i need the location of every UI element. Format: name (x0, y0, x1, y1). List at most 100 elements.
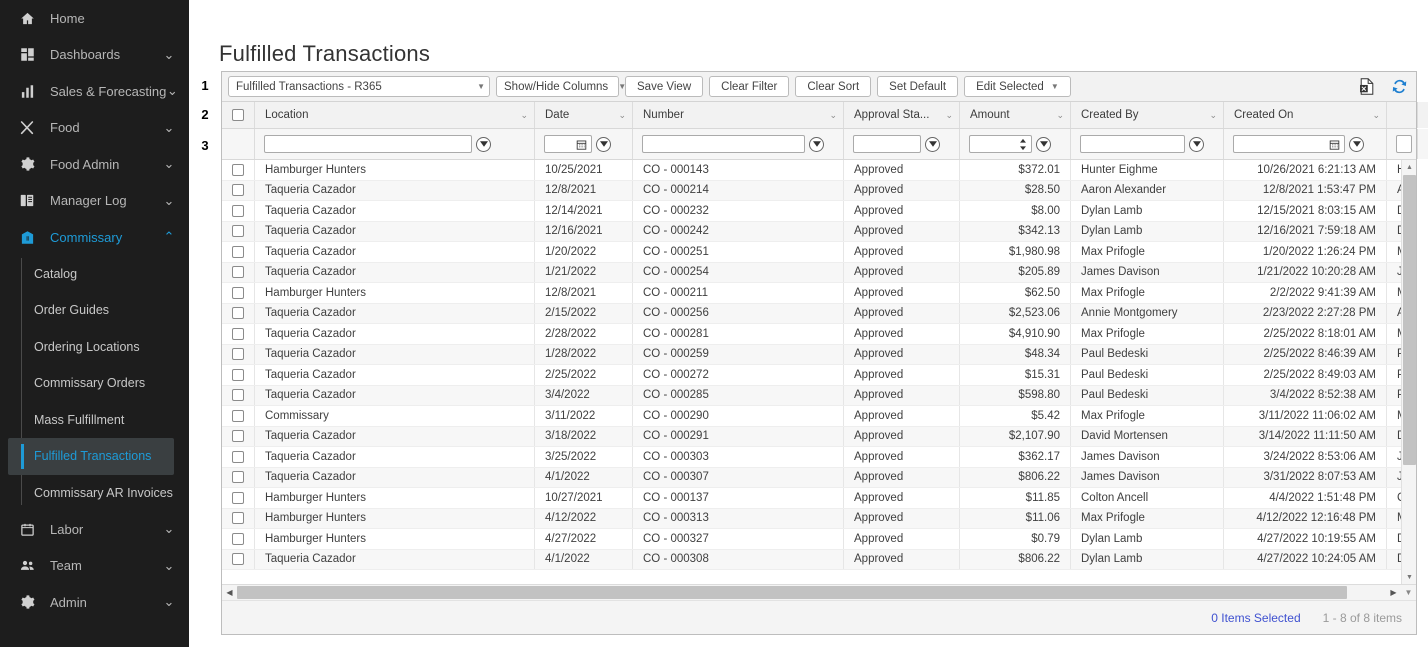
chevron-down-icon[interactable]: ⌄ (163, 156, 175, 171)
set-default-button[interactable]: Set Default (877, 76, 959, 97)
scroll-dropdown-icon[interactable]: ▼ (1401, 585, 1416, 601)
table-row[interactable]: Hamburger Hunters 10/25/2021 CO - 000143 Ap… (222, 160, 1401, 181)
sidebar-item-manager-log[interactable]: Manager Log ⌄ (0, 183, 189, 220)
table-row[interactable]: Hamburger Hunters 12/8/2021 CO - 000211 App… (222, 283, 1401, 304)
table-row[interactable]: Taqueria Cazador 2/28/2022 CO - 000281 Appr… (222, 324, 1401, 345)
chevron-down-icon[interactable]: ⌄ (941, 110, 953, 121)
sidebar-item-commissary-ar-invoices[interactable]: Commissary AR Invoices (0, 475, 189, 512)
row-select-cell[interactable] (222, 426, 255, 446)
overflow-filter-input[interactable] (1396, 135, 1412, 153)
sidebar-item-ordering-locations[interactable]: Ordering Locations (0, 329, 189, 366)
column-header-location[interactable]: Location ⌄ (255, 102, 535, 128)
row-select-checkbox[interactable] (232, 245, 244, 258)
row-select-checkbox[interactable] (232, 163, 244, 176)
clear-filter-button[interactable]: Clear Filter (709, 76, 790, 97)
scroll-left-icon[interactable]: ◀ (222, 585, 237, 601)
sidebar-item-team[interactable]: Team ⌄ (0, 548, 189, 585)
chevron-down-icon[interactable]: ⌄ (614, 110, 626, 121)
chevron-down-icon[interactable]: ⌄ (1368, 110, 1380, 121)
table-row[interactable]: Taqueria Cazador 1/21/2022 CO - 000254 Appr… (222, 262, 1401, 283)
chevron-down-icon[interactable]: ⌄ (163, 193, 175, 208)
row-select-cell[interactable] (222, 344, 255, 364)
row-select-checkbox[interactable] (232, 450, 244, 463)
row-select-cell[interactable] (222, 467, 255, 487)
row-select-checkbox[interactable] (232, 368, 244, 381)
row-select-checkbox[interactable] (232, 491, 244, 504)
row-select-cell[interactable] (222, 385, 255, 405)
row-select-cell[interactable] (222, 180, 255, 200)
sidebar-item-order-guides[interactable]: Order Guides (0, 292, 189, 329)
calendar-icon[interactable] (1329, 139, 1342, 150)
row-select-cell[interactable] (222, 549, 255, 569)
sidebar-item-commissary[interactable]: Commissary ⌃ (0, 219, 189, 256)
row-select-checkbox[interactable] (232, 327, 244, 340)
row-select-checkbox[interactable] (232, 532, 244, 545)
calendar-icon[interactable] (576, 139, 589, 150)
date-filter-menu-icon[interactable] (596, 136, 611, 152)
location-filter-input[interactable] (264, 135, 472, 153)
column-header-created-by[interactable]: Created By ⌄ (1071, 102, 1224, 128)
number-filter-input[interactable] (642, 135, 805, 153)
saved-view-select[interactable]: Fulfilled Transactions - R365 ▼ (228, 76, 490, 97)
column-header-amount[interactable]: Amount ⌄ (960, 102, 1071, 128)
row-select-checkbox[interactable] (232, 389, 244, 402)
row-select-checkbox[interactable] (232, 409, 244, 422)
items-selected-label[interactable]: 0 Items Selected (1211, 611, 1300, 625)
row-select-checkbox[interactable] (232, 348, 244, 361)
column-header-approval-status[interactable]: Approval Sta... ⌄ (844, 102, 960, 128)
created-on-filter-input[interactable] (1233, 135, 1345, 153)
vertical-scrollbar-thumb[interactable] (1403, 175, 1416, 465)
row-select-cell[interactable] (222, 242, 255, 262)
row-select-cell[interactable] (222, 406, 255, 426)
table-row[interactable]: Taqueria Cazador 4/1/2022 CO - 000307 Appro… (222, 467, 1401, 488)
created-on-filter-menu-icon[interactable] (1349, 136, 1364, 152)
sidebar-item-dashboards[interactable]: Dashboards ⌄ (0, 37, 189, 74)
horizontal-scrollbar[interactable]: ◀ ▶ ▼ (222, 584, 1416, 600)
row-select-cell[interactable] (222, 508, 255, 528)
row-select-cell[interactable] (222, 160, 255, 180)
created-by-filter-input[interactable] (1080, 135, 1185, 153)
save-view-button[interactable]: Save View (625, 76, 704, 97)
row-select-cell[interactable] (222, 283, 255, 303)
approval-status-filter-menu-icon[interactable] (925, 136, 940, 152)
sidebar-item-food[interactable]: Food ⌄ (0, 110, 189, 147)
scroll-right-icon[interactable]: ▶ (1386, 585, 1401, 601)
sidebar-item-mass-fulfillment[interactable]: Mass Fulfillment (0, 402, 189, 439)
row-select-cell[interactable] (222, 447, 255, 467)
sidebar-item-fulfilled-transactions[interactable]: Fulfilled Transactions (8, 438, 174, 475)
chevron-down-icon[interactable]: ⌄ (163, 521, 175, 536)
number-filter-menu-icon[interactable] (809, 136, 824, 152)
column-header-created-on[interactable]: Created On ⌄ (1224, 102, 1387, 128)
chevron-down-icon[interactable]: ⌄ (516, 110, 528, 121)
row-select-checkbox[interactable] (232, 286, 244, 299)
row-select-cell[interactable] (222, 201, 255, 221)
scroll-up-icon[interactable]: ▲ (1402, 160, 1416, 174)
show-hide-columns-select[interactable]: Show/Hide Columns ▼ (496, 76, 626, 97)
table-row[interactable]: Taqueria Cazador 12/8/2021 CO - 000214 Appr… (222, 180, 1401, 201)
row-select-cell[interactable] (222, 365, 255, 385)
sidebar-item-labor[interactable]: Labor ⌄ (0, 511, 189, 548)
table-row[interactable]: Taqueria Cazador 2/25/2022 CO - 000272 Appr… (222, 365, 1401, 386)
select-all-checkbox[interactable] (232, 109, 244, 121)
table-row[interactable]: Taqueria Cazador 1/20/2022 CO - 000251 Appr… (222, 242, 1401, 263)
table-row[interactable]: Taqueria Cazador 2/15/2022 CO - 000256 Appr… (222, 303, 1401, 324)
sidebar-item-sales-forecasting[interactable]: Sales & Forecasting ⌄ (0, 73, 189, 110)
table-row[interactable]: Taqueria Cazador 3/25/2022 CO - 000303 Appr… (222, 447, 1401, 468)
row-select-checkbox[interactable] (232, 266, 244, 279)
chevron-down-icon[interactable]: ⌄ (163, 558, 175, 573)
vertical-scrollbar[interactable]: ▲ ▼ (1401, 160, 1416, 584)
edit-selected-button[interactable]: Edit Selected ▼ (964, 76, 1071, 97)
table-row[interactable]: Hamburger Hunters 4/12/2022 CO - 000313 App… (222, 508, 1401, 529)
export-excel-icon[interactable] (1354, 74, 1380, 100)
chevron-down-icon[interactable]: ⌄ (1205, 110, 1217, 121)
chevron-up-icon[interactable]: ⌃ (163, 229, 175, 244)
table-row[interactable]: Hamburger Hunters 4/27/2022 CO - 000327 App… (222, 529, 1401, 550)
table-row[interactable]: Taqueria Cazador 1/28/2022 CO - 000259 Appr… (222, 344, 1401, 365)
chevron-down-icon[interactable]: ⌄ (1052, 110, 1064, 121)
row-select-checkbox[interactable] (232, 430, 244, 443)
column-header-number[interactable]: Number ⌄ (633, 102, 844, 128)
column-header-date[interactable]: Date ⌄ (535, 102, 633, 128)
row-select-checkbox[interactable] (232, 307, 244, 320)
table-row[interactable]: Taqueria Cazador 12/14/2021 CO - 000232 App… (222, 201, 1401, 222)
row-select-cell[interactable] (222, 488, 255, 508)
